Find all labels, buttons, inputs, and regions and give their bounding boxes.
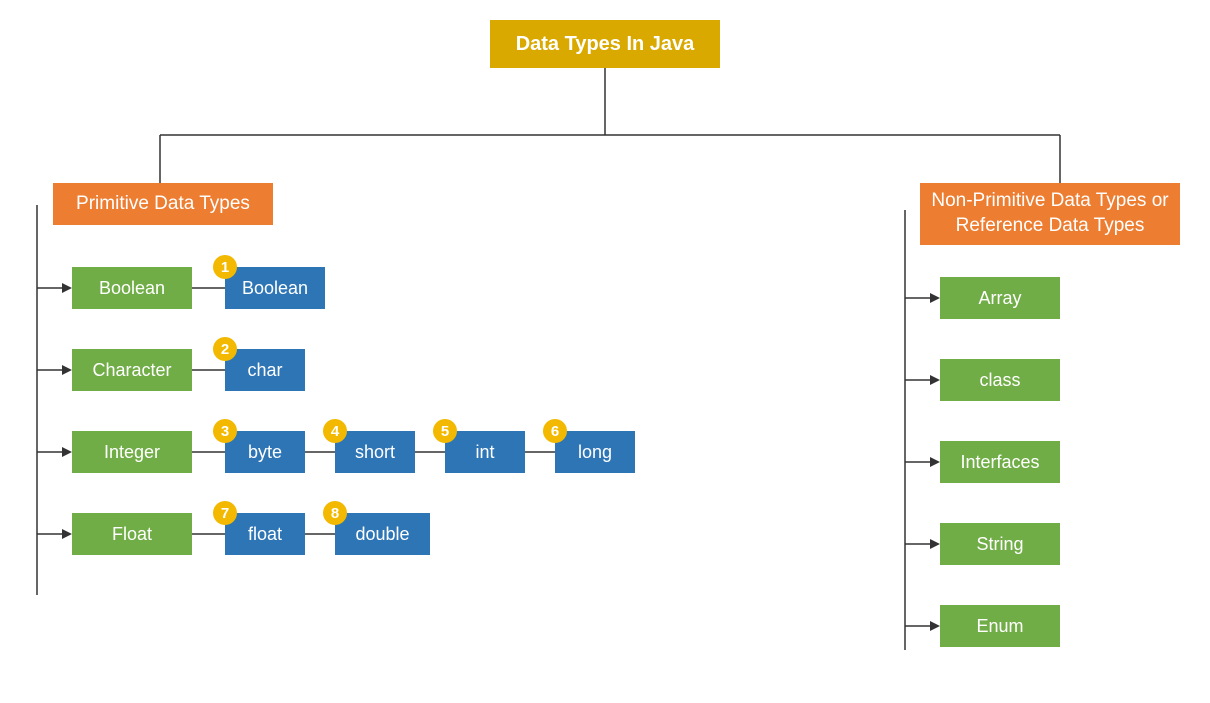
category-integer: Integer — [72, 431, 192, 473]
item-string: String — [940, 523, 1060, 565]
type-short: short — [335, 431, 415, 473]
type-long: long — [555, 431, 635, 473]
badge-7: 7 — [213, 501, 237, 525]
type-boolean: Boolean — [225, 267, 325, 309]
type-float: float — [225, 513, 305, 555]
category-boolean: Boolean — [72, 267, 192, 309]
badge-4: 4 — [323, 419, 347, 443]
type-byte: byte — [225, 431, 305, 473]
category-character: Character — [72, 349, 192, 391]
badge-8: 8 — [323, 501, 347, 525]
primitive-header: Primitive Data Types — [53, 183, 273, 225]
badge-5: 5 — [433, 419, 457, 443]
item-enum: Enum — [940, 605, 1060, 647]
item-interfaces: Interfaces — [940, 441, 1060, 483]
title-box: Data Types In Java — [490, 20, 720, 68]
nonprimitive-header: Non-Primitive Data Types or Reference Da… — [920, 183, 1180, 245]
badge-6: 6 — [543, 419, 567, 443]
item-array: Array — [940, 277, 1060, 319]
type-char: char — [225, 349, 305, 391]
item-class: class — [940, 359, 1060, 401]
category-float: Float — [72, 513, 192, 555]
badge-3: 3 — [213, 419, 237, 443]
type-double: double — [335, 513, 430, 555]
badge-1: 1 — [213, 255, 237, 279]
badge-2: 2 — [213, 337, 237, 361]
type-int: int — [445, 431, 525, 473]
